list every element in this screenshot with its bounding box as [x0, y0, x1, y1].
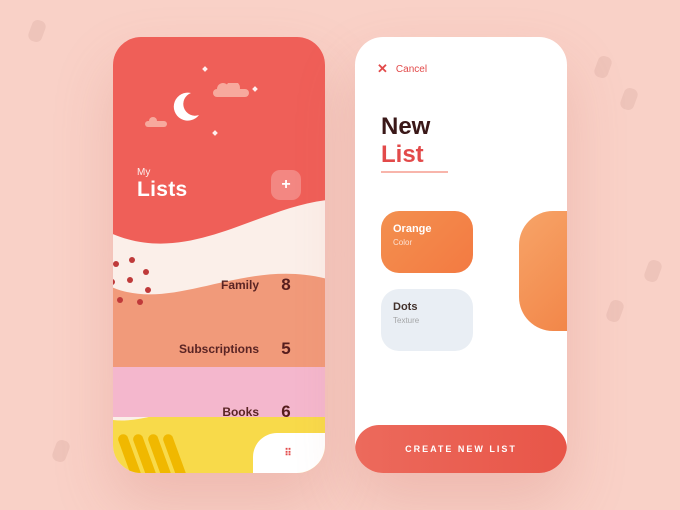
lists-screen: My Lists + Family 8 Subscriptions 5 Book… — [113, 37, 325, 473]
title-line2: List — [381, 141, 448, 173]
night-illustration — [113, 57, 325, 167]
option-subtitle: Color — [393, 238, 461, 247]
lists-header: My Lists + — [137, 167, 301, 202]
header-title: Lists — [137, 178, 188, 201]
page-title: New List — [381, 113, 448, 173]
add-list-button[interactable]: + — [271, 170, 301, 200]
cloud-icon — [213, 83, 249, 97]
create-label: CREATE NEW LIST — [405, 444, 517, 454]
color-option-card[interactable]: Orange Color — [381, 211, 473, 273]
create-list-button[interactable]: CREATE NEW LIST — [355, 425, 567, 473]
list-row-books[interactable]: Books 6 — [113, 402, 325, 422]
texture-option-card[interactable]: Dots Texture — [381, 289, 473, 351]
cloud-icon — [145, 117, 167, 127]
list-row-family[interactable]: Family 8 — [113, 275, 325, 295]
list-count: 5 — [277, 339, 295, 359]
list-row-subscriptions[interactable]: Subscriptions 5 — [113, 339, 325, 359]
list-name: Subscriptions — [179, 342, 259, 356]
close-icon: ✕ — [377, 61, 388, 77]
color-preview — [519, 211, 567, 331]
moon-icon — [169, 91, 201, 123]
list-name: Books — [222, 405, 259, 419]
list-name: Family — [221, 278, 259, 292]
menu-icon: ⠿ — [284, 448, 293, 459]
header-small: My — [137, 167, 188, 178]
list-count: 8 — [277, 275, 295, 295]
cancel-label: Cancel — [396, 64, 427, 75]
option-title: Dots — [393, 301, 461, 313]
title-line1: New — [381, 113, 448, 141]
option-title: Orange — [393, 223, 461, 235]
new-list-screen: ✕ Cancel New List Orange Color Dots Text… — [355, 37, 567, 473]
option-subtitle: Texture — [393, 316, 461, 325]
cancel-button[interactable]: ✕ Cancel — [377, 61, 427, 77]
list-count: 6 — [277, 402, 295, 422]
menu-tab-button[interactable]: ⠿ — [253, 433, 325, 473]
